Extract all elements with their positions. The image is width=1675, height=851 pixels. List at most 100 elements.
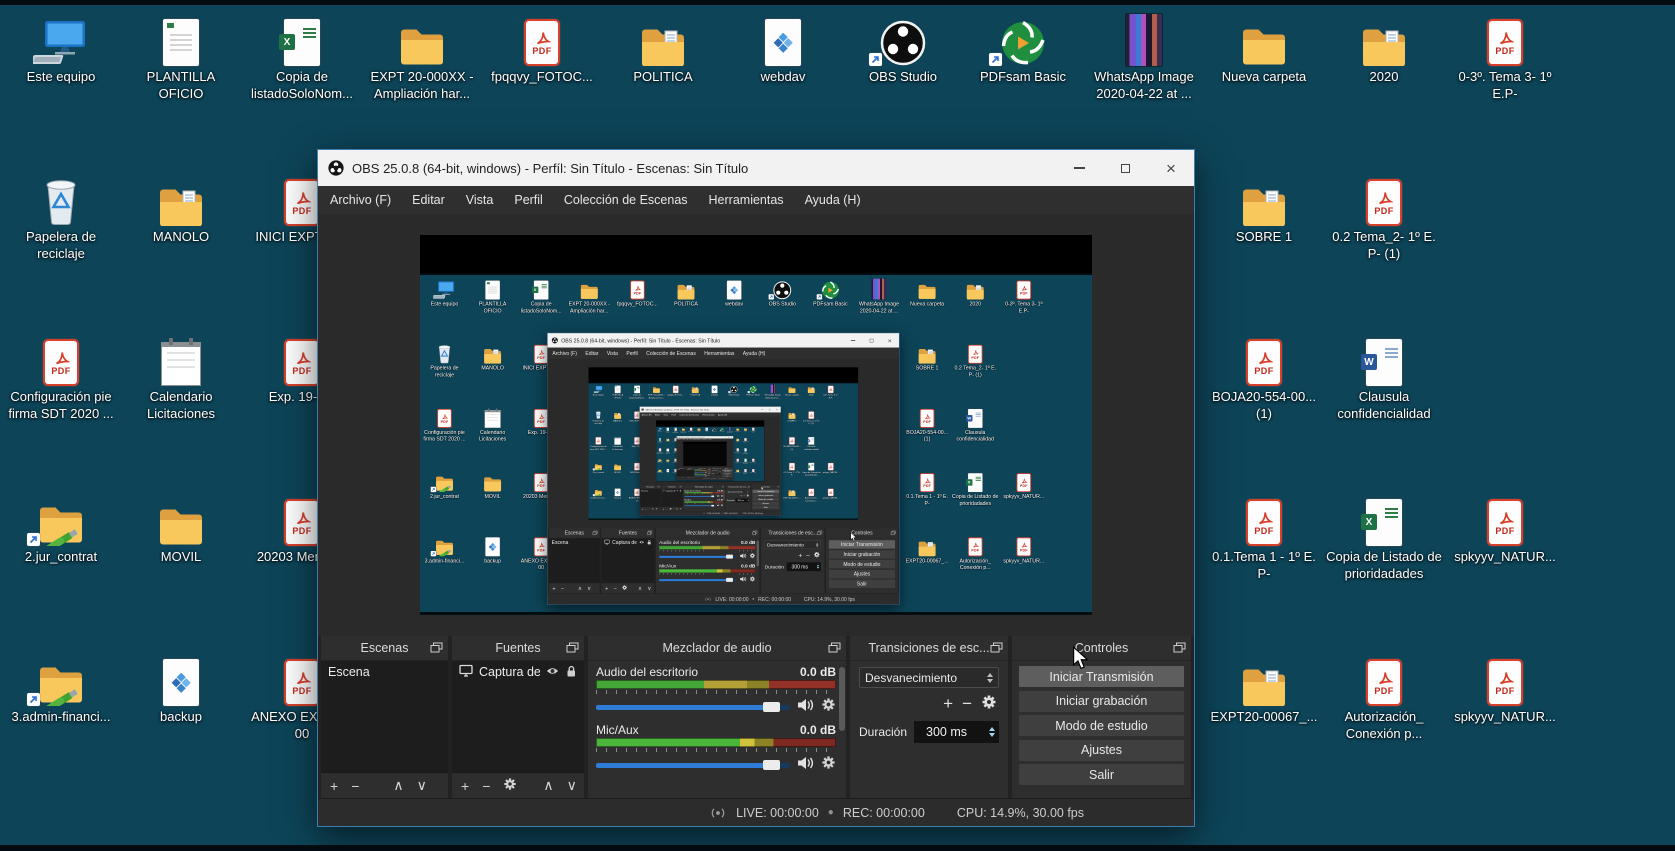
volume-slider[interactable] bbox=[596, 763, 790, 768]
screen-capture-preview[interactable]: Este equipoPLANTILLA OFICIOXCopia de lis… bbox=[420, 273, 1092, 615]
lock-icon[interactable] bbox=[565, 665, 577, 680]
scene-down-icon[interactable]: ∨ bbox=[417, 777, 427, 794]
menu-archivo[interactable]: Archivo (F) bbox=[330, 193, 391, 207]
icon-label: SOBRE 1 bbox=[734, 441, 742, 442]
duration-input[interactable]: 300 ms bbox=[914, 721, 999, 743]
desktop-icon[interactable]: PDFspkyyv_NATUR... bbox=[1445, 490, 1565, 566]
add-source-icon[interactable]: + bbox=[461, 778, 469, 794]
desktop-icon[interactable]: XCopia de listadoSoloNom... bbox=[242, 10, 362, 103]
desktop-icon[interactable]: WhatsApp Image 2020-04-22 at ... bbox=[1084, 10, 1204, 103]
add-scene-icon[interactable]: + bbox=[330, 778, 338, 794]
transition-select[interactable]: Desvanecimiento bbox=[859, 667, 999, 688]
transition-gear-icon[interactable] bbox=[981, 694, 997, 714]
desktop-icon: WClausula confidencialidad bbox=[742, 448, 750, 454]
desktop-icon[interactable]: PDF0-3º. Tema 3- 1º E.P- bbox=[1445, 10, 1565, 103]
duration-spinner-icon[interactable] bbox=[989, 727, 995, 737]
desktop-icon[interactable]: OBS Studio bbox=[843, 10, 963, 86]
shortcut-arrow-icon bbox=[27, 533, 40, 546]
mixer-channel-mic: Mic/Aux 0.0 dB bbox=[596, 723, 836, 775]
add-transition-icon[interactable]: + bbox=[943, 694, 953, 714]
channel-gear-icon[interactable] bbox=[821, 755, 836, 775]
desktop-icon[interactable]: 3.admin-financi... bbox=[1, 650, 121, 726]
menu-perfil[interactable]: Perfil bbox=[514, 193, 542, 207]
desktop-icon[interactable]: 2.jur_contrat bbox=[1, 490, 121, 566]
close-button[interactable]: × bbox=[1148, 150, 1194, 186]
desktop-icon[interactable]: PDFspkyyv_NATUR... bbox=[1445, 650, 1565, 726]
desktop-icon[interactable]: Calendario Licitaciones bbox=[121, 330, 241, 423]
desktop-icon[interactable]: PDF0.2 Tema_2- 1º E. P- (1) bbox=[1324, 170, 1444, 263]
source-properties-gear-icon[interactable] bbox=[503, 777, 517, 794]
remove-source-icon[interactable]: − bbox=[482, 778, 490, 794]
dock-popout-icon[interactable] bbox=[566, 642, 579, 656]
studio-mode-button[interactable]: Modo de estudio bbox=[1019, 715, 1184, 736]
icon-label: fpqqvy_FOTOC... bbox=[687, 431, 695, 432]
speaker-icon[interactable] bbox=[797, 698, 814, 717]
desktop-icon[interactable]: PDF0.1.Tema 1 - 1º E. P- bbox=[1204, 490, 1324, 583]
channel-gear-icon[interactable] bbox=[821, 697, 836, 717]
remove-transition-icon[interactable]: − bbox=[962, 694, 972, 714]
rec-timer: REC: 00:00:00 bbox=[843, 806, 925, 820]
start-recording-button[interactable]: Iniciar grabación bbox=[1019, 691, 1184, 712]
menu-ayuda[interactable]: Ayuda (H) bbox=[805, 193, 861, 207]
settings-button[interactable]: Ajustes bbox=[1019, 740, 1184, 761]
desktop-icon[interactable]: webdav bbox=[723, 10, 843, 86]
combo-spinner-icon bbox=[747, 491, 748, 493]
desktop-icon[interactable]: EXPT 20-000XX - Ampliación har... bbox=[362, 10, 482, 103]
duration-input: 300 ms bbox=[715, 473, 720, 474]
desktop-icon[interactable]: PDFAutorización_ Conexión p... bbox=[1324, 650, 1444, 743]
desktop-icon[interactable]: Papelera de reciclaje bbox=[1, 170, 121, 263]
visibility-eye-icon[interactable] bbox=[546, 665, 559, 679]
icon-label: Nueva carpeta bbox=[734, 431, 742, 432]
desktop-icon[interactable]: PDFsam Basic bbox=[963, 10, 1083, 86]
maximize-button[interactable] bbox=[1102, 150, 1148, 186]
desktop-icon[interactable]: PDFBOJA20-554-00... (1) bbox=[1204, 330, 1324, 423]
desktop-icon[interactable]: MANOLO bbox=[121, 170, 241, 246]
menu-ayuda: Ayuda (H) bbox=[743, 350, 765, 356]
dock-popout-icon[interactable] bbox=[430, 642, 443, 656]
desktop-icon[interactable]: WClausula confidencialidad bbox=[1324, 330, 1444, 423]
dock-popout-icon[interactable] bbox=[1173, 642, 1186, 656]
mixer-scrollbar[interactable] bbox=[839, 667, 845, 731]
desktop-icon[interactable]: Nueva carpeta bbox=[1204, 10, 1324, 86]
desktop-icon: POLITICA bbox=[662, 277, 710, 307]
desktop-icon[interactable]: POLITICA bbox=[603, 10, 723, 86]
desktop-icon[interactable]: MOVIL bbox=[121, 490, 241, 566]
volume-slider[interactable] bbox=[596, 705, 790, 710]
desktop-icon[interactable]: SOBRE 1 bbox=[1204, 170, 1324, 246]
desktop-icon[interactable]: 2020 bbox=[1324, 10, 1444, 86]
desktop-icon[interactable]: backup bbox=[121, 650, 241, 726]
source-item[interactable]: Captura de bbox=[452, 661, 584, 683]
desktop-icon[interactable]: PLANTILLA OFICIO bbox=[121, 10, 241, 103]
channel-db: 0.0 dB bbox=[717, 490, 723, 492]
scene-list: Escena bbox=[549, 538, 600, 583]
speaker-icon[interactable] bbox=[797, 756, 814, 775]
scene-item[interactable]: Escena bbox=[321, 661, 448, 683]
mouse-cursor bbox=[849, 532, 857, 542]
menu-vista[interactable]: Vista bbox=[466, 193, 494, 207]
shortcut-arrow-icon bbox=[593, 468, 595, 470]
menu-editar[interactable]: Editar bbox=[412, 193, 445, 207]
source-down-icon: ∨ bbox=[680, 508, 682, 511]
exit-button[interactable]: Salir bbox=[1019, 764, 1184, 785]
scenes-title: Escenas bbox=[361, 641, 409, 655]
desktop-icon: EXPT 20-000XX - Ampliación har... bbox=[679, 427, 687, 433]
icon-label: webdav bbox=[703, 431, 711, 432]
dock-popout-icon[interactable] bbox=[828, 642, 841, 656]
scene-up-icon[interactable]: ∧ bbox=[393, 777, 403, 794]
remove-scene-icon[interactable]: − bbox=[351, 778, 359, 794]
icon-label: 2020 bbox=[742, 431, 750, 432]
obs-titlebar[interactable]: OBS 25.0.8 (64-bit, windows) - Perfíl: S… bbox=[318, 150, 1194, 186]
source-down-icon[interactable]: ∨ bbox=[567, 777, 577, 794]
menu-coleccion[interactable]: Colección de Escenas bbox=[564, 193, 688, 207]
minimize-button[interactable] bbox=[1056, 150, 1102, 186]
menu-herramientas[interactable]: Herramientas bbox=[709, 193, 784, 207]
desktop-icon[interactable]: Este equipo bbox=[1, 10, 121, 86]
desktop-icon: EXPT20-00067_... bbox=[734, 468, 742, 473]
dock-popout-icon[interactable] bbox=[990, 642, 1003, 656]
desktop-icon[interactable]: EXPT20-00067_... bbox=[1204, 650, 1324, 726]
desktop-icon[interactable]: XCopia de Listado de prioridadades bbox=[1324, 490, 1444, 583]
desktop-icon[interactable]: PDFConfiguración pie firma SDT 2020 ... bbox=[1, 330, 121, 423]
desktop-icon[interactable]: PDFfpqqvy_FOTOC... bbox=[482, 10, 602, 86]
source-up-icon[interactable]: ∧ bbox=[543, 777, 553, 794]
start-streaming-button[interactable]: Iniciar Transmisión bbox=[1019, 666, 1184, 687]
